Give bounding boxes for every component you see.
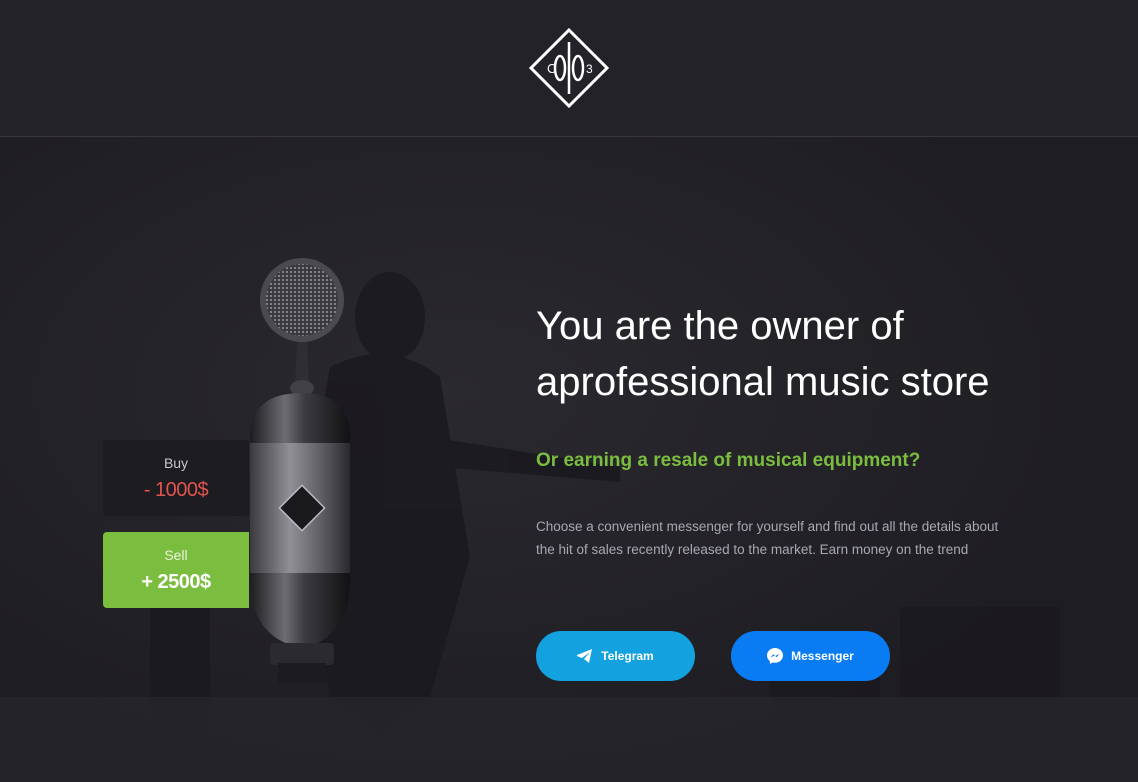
buy-price-card: Buy - 1000$ (103, 440, 249, 516)
sell-value: + 2500$ (141, 571, 211, 593)
telegram-button-label: Telegram (601, 649, 654, 663)
svg-text:3: 3 (586, 62, 593, 76)
telegram-button[interactable]: Telegram (536, 631, 695, 681)
site-header: C 3 (0, 0, 1138, 137)
description-line-2: the hit of sales recently released to th… (536, 542, 969, 557)
hero-subheadline: Or earning a resale of musical equipment… (536, 450, 921, 471)
landing-page: C 3 Buy - 1000$ Sell + 2500$ You are the… (0, 0, 1138, 782)
hero-description: Choose a convenient messenger for yourse… (536, 515, 1066, 561)
headline-line-1: You are the owner of (536, 304, 904, 348)
microphone-image (250, 258, 350, 683)
headline-line-2: aprofessional music store (536, 360, 990, 404)
description-line-1: Choose a convenient messenger for yourse… (536, 519, 999, 534)
hero-headline: You are the owner of aprofessional music… (536, 298, 1096, 410)
messenger-button-label: Messenger (791, 649, 854, 663)
sell-label: Sell (164, 547, 188, 563)
buy-value: - 1000$ (143, 479, 209, 501)
messenger-button[interactable]: Messenger (731, 631, 890, 681)
sell-price-card: Sell + 2500$ (103, 532, 249, 608)
diamond-logo-icon[interactable]: C 3 (529, 28, 609, 108)
svg-text:C: C (547, 61, 556, 76)
messenger-icon (767, 648, 784, 664)
buy-label: Buy (163, 455, 189, 471)
paper-plane-icon (577, 649, 593, 663)
